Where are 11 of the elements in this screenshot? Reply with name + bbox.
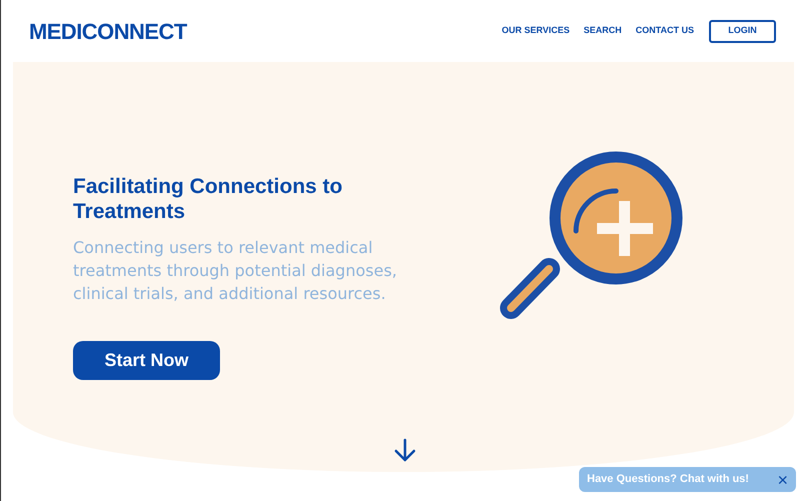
nav-link[interactable]: SEARCH [584, 24, 622, 38]
hero-subtitle: Connecting users to relevant medical treatments through potential diagnoses, clinical trials, and additional resources. [73, 237, 398, 305]
logo[interactable]: MEDICONNECT [29, 14, 187, 48]
login-button[interactable]: LOGIN [709, 20, 776, 42]
down-arrow-icon[interactable] [393, 438, 417, 462]
hero-title: Facilitating Connections to Treatments [73, 174, 344, 224]
nav-link[interactable]: CONTACT US [636, 24, 694, 38]
close-button[interactable]: × [777, 470, 788, 488]
start-now-button[interactable]: Start Now [73, 341, 220, 380]
nav-link[interactable]: OUR SERVICES [502, 24, 570, 38]
chat-banner[interactable]: Have Questions? Chat with us! × [579, 467, 796, 492]
